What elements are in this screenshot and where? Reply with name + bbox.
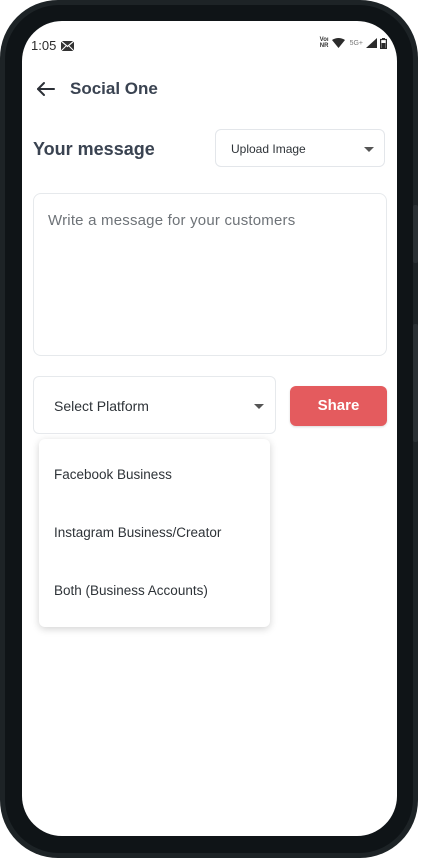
battery-icon bbox=[380, 37, 387, 49]
dropdown-option-both[interactable]: Both (Business Accounts) bbox=[39, 563, 270, 621]
arrow-left-icon bbox=[37, 82, 55, 96]
dropdown-option-label: Instagram Business/Creator bbox=[54, 525, 222, 540]
share-button[interactable]: Share bbox=[290, 386, 387, 426]
message-label: Your message bbox=[33, 139, 155, 159]
platform-select-value: Select Platform bbox=[54, 398, 149, 414]
dropdown-option-label: Both (Business Accounts) bbox=[54, 583, 208, 598]
status-bar: 1:05 Voı NR 5G+ bbox=[22, 21, 397, 67]
page-title: Social One bbox=[70, 79, 158, 98]
status-icons: Voı NR 5G+ bbox=[320, 37, 387, 49]
dropdown-option-label: Facebook Business bbox=[54, 467, 172, 482]
app-header: Social One bbox=[22, 71, 397, 107]
volte-line-2: NR bbox=[319, 43, 329, 49]
phone-screen: 1:05 Voı NR 5G+ Social One Your message … bbox=[22, 21, 397, 836]
wifi-icon bbox=[331, 38, 345, 48]
message-input[interactable]: Write a message for your customers bbox=[33, 193, 387, 356]
dropdown-option-instagram[interactable]: Instagram Business/Creator bbox=[39, 505, 270, 563]
power-button bbox=[413, 205, 418, 263]
platform-select[interactable]: Select Platform bbox=[33, 376, 276, 434]
upload-image-select[interactable]: Upload Image bbox=[215, 129, 385, 167]
chevron-down-icon bbox=[364, 147, 374, 152]
back-button[interactable] bbox=[34, 77, 58, 101]
phone-frame: 1:05 Voı NR 5G+ Social One Your message … bbox=[0, 0, 418, 858]
network-type-label: 5G+ bbox=[349, 39, 363, 47]
volte-indicator: Voı NR bbox=[320, 37, 329, 49]
volume-button bbox=[413, 324, 418, 442]
dropdown-option-facebook[interactable]: Facebook Business bbox=[39, 447, 270, 505]
chevron-down-icon bbox=[254, 404, 264, 409]
platform-dropdown-menu: Facebook Business Instagram Business/Cre… bbox=[39, 439, 270, 627]
mail-icon bbox=[61, 41, 74, 51]
signal-icon bbox=[366, 38, 377, 48]
upload-select-value: Upload Image bbox=[231, 142, 306, 156]
status-time: 1:05 bbox=[31, 38, 57, 53]
message-placeholder: Write a message for your customers bbox=[48, 212, 296, 229]
